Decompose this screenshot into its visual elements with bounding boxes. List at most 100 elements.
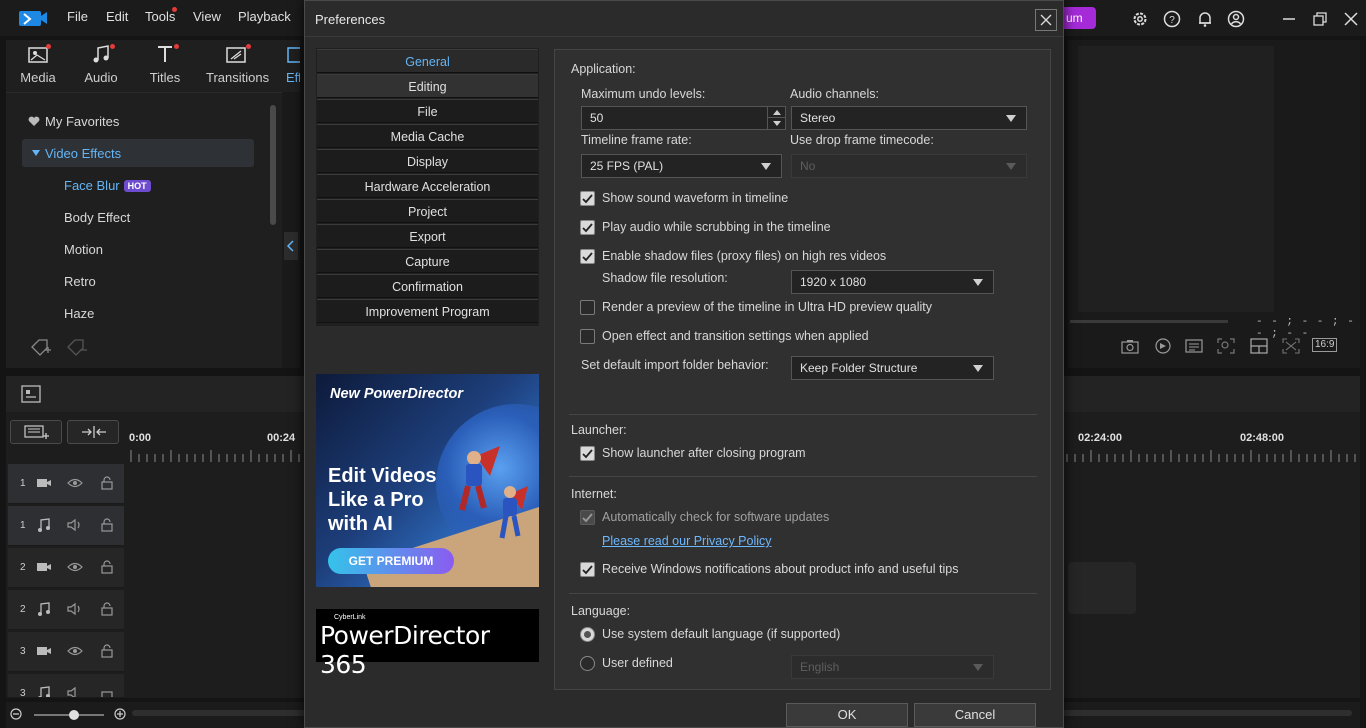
fx-my-favorites[interactable]: My Favorites (45, 114, 119, 129)
menu-playback[interactable]: Playback (238, 9, 291, 24)
track-header-audio-1[interactable]: 1 (8, 506, 124, 546)
frame-rate-select[interactable]: 25 FPS (PAL) (581, 154, 782, 178)
lock-icon[interactable] (100, 686, 114, 698)
track-header-video-1[interactable]: 1 (8, 464, 124, 504)
aspect-ratio-button[interactable]: 16:9 (1312, 338, 1338, 352)
dialog-close-button[interactable] (1035, 9, 1057, 31)
open-effect-settings-checkbox[interactable] (580, 329, 595, 344)
zoom-out-icon[interactable] (10, 708, 22, 720)
auto-update-checkbox[interactable] (580, 510, 595, 525)
speaker-icon[interactable] (67, 602, 83, 616)
track-header-audio-2[interactable]: 2 (8, 590, 124, 630)
fx-item-haze[interactable]: Haze (64, 306, 94, 321)
category-display[interactable]: Display (317, 149, 538, 173)
play-audio-scrub-checkbox[interactable] (580, 220, 595, 235)
preview-screen (1078, 46, 1274, 312)
ok-button[interactable]: OK (786, 703, 908, 727)
speaker-icon[interactable] (67, 518, 83, 532)
lock-icon[interactable] (100, 518, 114, 532)
category-export[interactable]: Export (317, 224, 538, 248)
shadow-resolution-select[interactable]: 1920 x 1080 (791, 270, 994, 294)
stepper-up-button[interactable] (767, 107, 785, 118)
fit-timeline-button[interactable] (67, 420, 119, 444)
tab-audio[interactable]: Audio (80, 44, 122, 85)
shadow-files-label: Enable shadow files (proxy files) on hig… (602, 249, 887, 263)
subtitles-icon[interactable] (1185, 338, 1203, 354)
get-premium-promo-button[interactable]: GET PREMIUM (328, 548, 454, 574)
track-header-video-2[interactable]: 2 (8, 548, 124, 588)
add-tag-icon[interactable] (30, 338, 52, 356)
fx-scrollbar[interactable] (270, 105, 276, 225)
tab-transitions[interactable]: Transitions (206, 44, 269, 85)
premium-promo-banner[interactable]: New PowerDirector Edit Videos Like a Pro… (316, 374, 539, 587)
menu-edit[interactable]: Edit (106, 9, 128, 24)
windows-notifications-checkbox[interactable] (580, 562, 595, 577)
timeline-mode-icon[interactable] (20, 384, 42, 404)
category-hardware-acceleration[interactable]: Hardware Acceleration (317, 174, 538, 198)
drop-frame-select[interactable]: No (791, 154, 1027, 178)
zoom-slider-handle[interactable] (69, 710, 79, 720)
speaker-icon[interactable] (67, 686, 83, 698)
language-system-default-radio[interactable] (580, 627, 595, 642)
bell-icon[interactable] (1196, 10, 1214, 28)
privacy-policy-link[interactable]: Please read our Privacy Policy (602, 534, 772, 548)
show-waveform-checkbox[interactable] (580, 191, 595, 206)
fx-item-body-effect[interactable]: Body Effect (64, 210, 130, 225)
category-project[interactable]: Project (317, 199, 538, 223)
language-select[interactable]: English (791, 655, 994, 679)
track-header-video-3[interactable]: 3 (8, 632, 124, 672)
fx-item-retro[interactable]: Retro (64, 274, 96, 289)
get-premium-button[interactable]: um (1064, 7, 1096, 29)
lock-icon[interactable] (100, 560, 114, 574)
menu-tools[interactable]: Tools (145, 9, 175, 24)
zoom-in-icon[interactable] (114, 708, 126, 720)
category-confirmation[interactable]: Confirmation (317, 274, 538, 298)
audio-channels-select[interactable]: Stereo (791, 106, 1027, 130)
collapse-panel-button[interactable] (284, 232, 298, 260)
menu-view[interactable]: View (193, 9, 221, 24)
show-launcher-checkbox[interactable] (580, 446, 595, 461)
category-file[interactable]: File (317, 99, 538, 123)
gear-icon[interactable] (1131, 10, 1149, 28)
category-editing[interactable]: Editing (317, 74, 538, 98)
menu-file[interactable]: File (67, 9, 88, 24)
fx-item-face-blur[interactable]: Face Blur HOT (64, 178, 151, 193)
restore-icon[interactable] (1311, 10, 1329, 28)
language-user-defined-radio[interactable] (580, 656, 595, 671)
import-folder-select[interactable]: Keep Folder Structure (791, 356, 994, 380)
eye-icon[interactable] (67, 560, 83, 574)
close-app-icon[interactable] (1342, 10, 1360, 28)
category-media-cache[interactable]: Media Cache (317, 124, 538, 148)
remove-tag-icon[interactable] (66, 338, 88, 356)
add-track-button[interactable] (10, 420, 62, 444)
close-icon (1040, 14, 1052, 26)
tab-media[interactable]: Media (18, 44, 58, 85)
preview-seekbar[interactable] (1070, 320, 1228, 323)
help-icon[interactable]: ? (1163, 10, 1181, 28)
lock-icon[interactable] (100, 602, 114, 616)
volume-icon[interactable] (1154, 338, 1172, 354)
layout-icon[interactable] (1250, 338, 1268, 354)
eye-icon[interactable] (67, 644, 83, 658)
stepper-down-button[interactable] (767, 118, 785, 129)
minimize-icon[interactable] (1280, 10, 1298, 28)
shadow-files-checkbox[interactable] (580, 249, 595, 264)
category-general[interactable]: General (317, 49, 538, 73)
track-header-audio-3[interactable]: 3 (8, 674, 124, 698)
cancel-button[interactable]: Cancel (914, 703, 1036, 727)
fullscreen-icon[interactable] (1282, 338, 1300, 354)
lock-icon[interactable] (100, 644, 114, 658)
undo-levels-stepper[interactable]: 50 (581, 106, 786, 130)
account-icon[interactable] (1227, 10, 1245, 28)
lock-icon[interactable] (100, 476, 114, 490)
tab-effects[interactable]: Eff (286, 44, 300, 85)
category-improvement-program[interactable]: Improvement Program (317, 299, 538, 323)
fx-item-motion[interactable]: Motion (64, 242, 103, 257)
tab-titles[interactable]: Titles (146, 44, 184, 85)
eye-icon[interactable] (67, 476, 83, 490)
zoom-preview-icon[interactable] (1217, 338, 1235, 354)
track-number: 2 (20, 604, 26, 615)
camera-icon[interactable] (1121, 338, 1139, 354)
render-preview-checkbox[interactable] (580, 300, 595, 315)
category-capture[interactable]: Capture (317, 249, 538, 273)
